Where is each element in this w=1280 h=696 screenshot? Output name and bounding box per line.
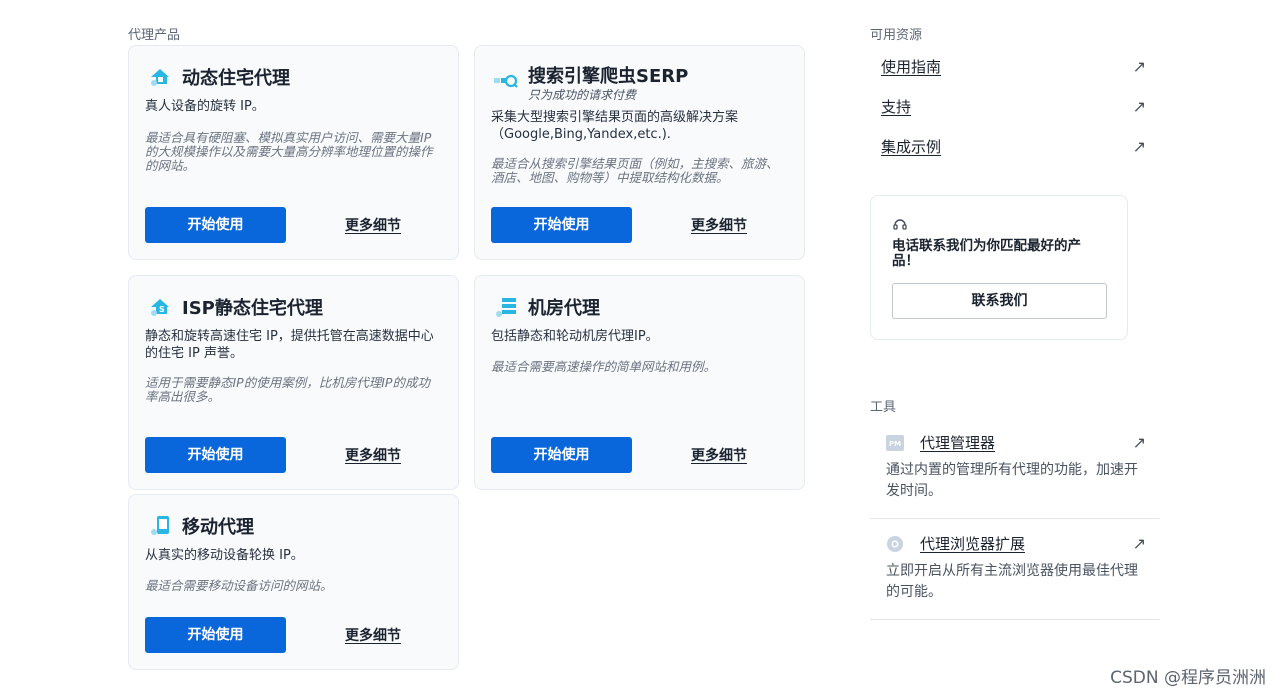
more-details-link[interactable]: 更多细节 [345,215,401,235]
card-title: 动态住宅代理 [182,68,290,89]
product-card-isp: S ISP静态住宅代理 静态和旋转高速住宅 IP，提供托管在高速数据中心的住宅 … [128,275,459,490]
card-best-for: 最适合需要移动设备访问的网站。 [145,578,333,593]
external-arrow-icon: ↗ [1132,56,1146,76]
card-description: 采集大型搜索引擎结果页面的高级解决方案（Google,Bing,Yandex,e… [491,110,739,142]
resources-section-label: 可用资源 [870,28,923,43]
external-arrow-icon: ↗ [1132,433,1146,452]
card-description: 静态和旋转高速住宅 IP，提供托管在高速数据中心的住宅 IP 声誉。 [145,329,434,361]
resource-link-label[interactable]: 支持 [881,96,911,117]
external-arrow-icon: ↗ [1132,96,1146,116]
tool-label[interactable]: 代理浏览器扩展 [920,533,1133,554]
card-title: 搜索引擎爬虫SERP [528,66,689,87]
resource-link-integration[interactable]: 集成示例 ↗ [881,135,1146,157]
resource-link-support[interactable]: 支持 ↗ [881,95,1146,117]
card-best-for: 最适合从搜索引擎结果页面（例如，主搜索、旅游、酒店、地图、购物等）中提取结构化数… [491,156,779,185]
tool-label[interactable]: 代理管理器 [920,432,1133,453]
card-best-for: 适用于需要静态IP的使用案例，比机房代理IP的成功率高出很多。 [145,375,430,404]
start-button[interactable]: 开始使用 [145,207,286,243]
start-button[interactable]: 开始使用 [145,617,286,653]
contact-box: 电话联系我们为你匹配最好的产品！ 联系我们 [870,195,1128,340]
svg-text:S: S [159,305,165,314]
more-details-link[interactable]: 更多细节 [345,625,401,645]
resource-link-label[interactable]: 使用指南 [881,56,941,77]
isp-home-icon: S [147,294,173,320]
card-best-for: 最适合具有硬阻塞、模拟真实用户访问、需要大量IP 的大规模操作以及需要大量高分辨… [145,130,433,173]
contact-text: 电话联系我们为你匹配最好的产品！ [892,238,1081,269]
card-subtitle: 只为成功的请求付费 [528,88,637,102]
resource-link-guide[interactable]: 使用指南 ↗ [881,55,1146,77]
start-button[interactable]: 开始使用 [145,437,286,473]
tool-proxy-manager: PM 代理管理器 ↗ 通过内置的管理所有代理的功能，加速开发时间。 [870,420,1160,519]
more-details-link[interactable]: 更多细节 [691,215,747,235]
product-card-datacenter: 机房代理 包括静态和轮动机房代理IP。 最适合需要高速操作的简单网站和用例。 开… [474,275,805,490]
contact-us-button[interactable]: 联系我们 [892,283,1107,319]
card-description: 从真实的移动设备轮换 IP。 [145,548,304,563]
product-card-residential: 动态住宅代理 真人设备的旋转 IP。 最适合具有硬阻塞、模拟真实用户访问、需要大… [128,45,459,260]
headset-icon [892,216,910,234]
card-title: 机房代理 [528,298,600,319]
pm-icon: PM [886,434,904,452]
resource-link-label[interactable]: 集成示例 [881,136,941,157]
svg-text:PM: PM [889,440,901,448]
watermark: CSDN @程序员洲洲 [1110,668,1266,688]
external-arrow-icon: ↗ [1132,534,1146,553]
tool-browser-extension: 代理浏览器扩展 ↗ 立即开启从所有主流浏览器使用最佳代理的可能。 [870,521,1160,620]
products-section-label: 代理产品 [128,28,181,43]
home-location-icon [147,64,173,90]
external-arrow-icon: ↗ [1132,136,1146,156]
product-card-serp: 搜索引擎爬虫SERP 只为成功的请求付费 采集大型搜索引擎结果页面的高级解决方案… [474,45,805,260]
card-description: 包括静态和轮动机房代理IP。 [491,329,659,344]
card-title: ISP静态住宅代理 [182,298,323,319]
more-details-link[interactable]: 更多细节 [691,445,747,465]
tools-section-label: 工具 [870,400,897,415]
tool-description: 通过内置的管理所有代理的功能，加速开发时间。 [886,462,1138,499]
product-card-mobile: 移动代理 从真实的移动设备轮换 IP。 最适合需要移动设备访问的网站。 开始使用… [128,494,459,670]
search-engine-icon [493,69,519,95]
card-title: 移动代理 [182,517,254,538]
start-button[interactable]: 开始使用 [491,207,632,243]
start-button[interactable]: 开始使用 [491,437,632,473]
card-best-for: 最适合需要高速操作的简单网站和用例。 [491,359,717,374]
browser-extension-icon [886,535,904,553]
card-description: 真人设备的旋转 IP。 [145,99,265,114]
mobile-device-icon [147,513,173,539]
tool-description: 立即开启从所有主流浏览器使用最佳代理的可能。 [886,563,1138,600]
more-details-link[interactable]: 更多细节 [345,445,401,465]
datacenter-icon [493,294,519,320]
